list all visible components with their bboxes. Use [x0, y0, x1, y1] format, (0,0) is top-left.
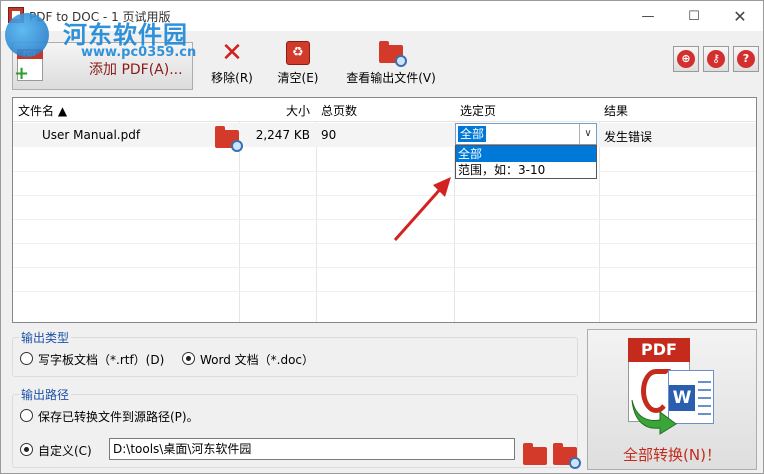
source-path-label[interactable]: 保存已转换文件到源路径(P)。 [38, 408, 199, 425]
rtf-radio[interactable] [20, 352, 33, 365]
output-path-group: 输出路径 保存已转换文件到源路径(P)。 自定义(C) D:\tools\桌面\… [12, 386, 581, 469]
source-path-radio[interactable] [20, 409, 33, 422]
file-list[interactable]: 文件名 ▲ 大小 总页数 选定页 结果 User Manual.pdf 2,24… [12, 97, 757, 323]
view-output-label: 查看输出文件(V) [346, 71, 436, 85]
add-pdf-label: 添加 PDF(A)... [89, 62, 183, 78]
custom-path-label[interactable]: 自定义(C) [38, 442, 92, 459]
convert-all-button[interactable]: PDF W 全部转换(N)！ [587, 329, 757, 470]
maximize-button[interactable]: ☐ [671, 1, 717, 31]
watermark-logo-icon [5, 13, 49, 57]
app-window: PDF to DOC - 1 页试用版 — ☐ ✕ + 添加 PDF(A)...… [0, 0, 764, 474]
watermark-url: www.pc0359.cn [81, 45, 197, 60]
browse-folder-icon[interactable] [523, 443, 547, 465]
remove-label: 移除(R) [211, 71, 253, 85]
remove-x-icon: ✕ [221, 38, 243, 68]
globe-icon: ⊕ [677, 50, 695, 68]
register-button[interactable]: ⚷ [703, 46, 729, 72]
open-output-folder-icon[interactable] [553, 443, 581, 469]
remove-button[interactable]: ✕ 移除(R) [206, 33, 258, 91]
pdf-badge: PDF [628, 338, 690, 362]
clear-button[interactable]: 清空(E) [272, 33, 324, 91]
doc-radio[interactable] [182, 352, 195, 365]
output-path-title: 输出路径 [19, 386, 72, 403]
help-button[interactable]: ? [733, 46, 759, 72]
output-path-input[interactable]: D:\tools\桌面\河东软件园 [109, 438, 515, 460]
plus-icon: + [14, 63, 30, 84]
minimize-button[interactable]: — [625, 1, 671, 31]
help-icon: ? [737, 50, 755, 68]
doc-label[interactable]: Word 文档（*.doc） [200, 351, 314, 368]
annotation-arrow-icon [393, 177, 451, 241]
website-button[interactable]: ⊕ [673, 46, 699, 72]
folder-search-icon [379, 41, 407, 67]
key-icon: ⚷ [707, 50, 725, 68]
convert-arrow-icon [631, 399, 677, 435]
view-output-button[interactable]: 查看输出文件(V) [341, 33, 441, 91]
custom-path-radio[interactable] [20, 443, 33, 456]
recycle-bin-icon [286, 41, 310, 65]
clear-label: 清空(E) [277, 71, 319, 85]
rtf-label[interactable]: 写字板文档（*.rtf）(D) [38, 351, 164, 368]
close-button[interactable]: ✕ [717, 1, 763, 31]
output-type-title: 输出类型 [19, 329, 72, 346]
convert-all-label: 全部转换(N)！ [623, 446, 721, 464]
output-type-group: 输出类型 写字板文档（*.rtf）(D) Word 文档（*.doc） [12, 329, 578, 377]
